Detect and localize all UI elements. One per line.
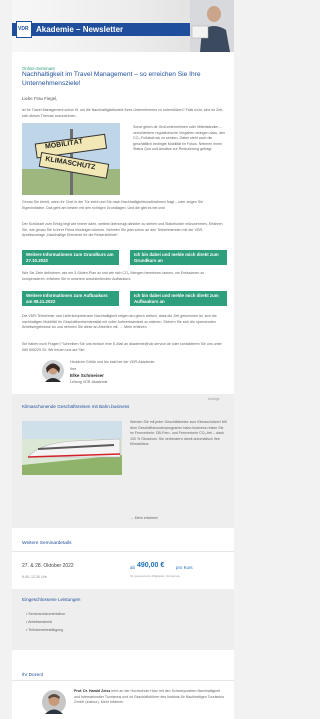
details-heading: Weitere Seminardetails: [22, 541, 72, 546]
intro-side-text: Sonst gleich dir Großunternehmen oder Mi…: [133, 125, 226, 152]
aufbaukurs-register-button[interactable]: Ich bin dabei und melde mich direkt zum …: [130, 291, 227, 306]
signature-role: Leitung VDR-Akademie: [70, 380, 108, 384]
newsletter-page: VDR Akademie – Newsletter Online-Seminar…: [0, 0, 246, 719]
service-item: • Teilnahmebestätigung: [26, 628, 64, 632]
seminar-time: 9.00–12.30 Uhr: [22, 575, 47, 579]
service-item: • Arbeitsmaterial: [26, 620, 53, 624]
service-item: • Seminardokumentation: [26, 612, 66, 616]
intro-paragraph-1: ist Ihr Travel Management schon fit, um …: [22, 108, 224, 118]
signature-ihre: Ihre: [70, 367, 77, 371]
greeting: Liebe Frau Fiegel,: [22, 96, 58, 101]
vdr-logo-text: VDR: [18, 26, 29, 32]
service-item-label: Teilnahmebestätigung: [28, 628, 64, 632]
price-suffix: pro Kurs: [176, 565, 193, 570]
speaker-heading: Ihr Dozent: [22, 672, 44, 677]
price-note: für gesponsorte Mitglieder, Nettopreis: [130, 574, 180, 578]
service-item-label: Seminardokumentation: [28, 612, 66, 616]
signature-regards: Herzliche Grüße und bis bald bei der VDR…: [70, 360, 156, 364]
grundkurs-register-button[interactable]: Ich bin dabei und melde mich direkt zum …: [130, 250, 227, 265]
vdr-logo[interactable]: VDR: [16, 21, 32, 38]
intro-paragraph-3: Der Schlüssel zum Erfolg liegt wie immer…: [22, 222, 223, 238]
aufbaukurs-info-button[interactable]: Weitere Informationen zum Aufbaukurs am …: [22, 291, 119, 306]
speaker-avatar: [42, 690, 66, 714]
paragraph-5: Die VDR-Teilnehmer und Lieferkompetenzen…: [22, 314, 217, 330]
ad-title: Klimaschonende Geschäftsreisen mit Bahn.…: [22, 404, 130, 409]
seminar-date: 27. & 28. Oktober 2022: [22, 563, 74, 569]
aufbaukurs-paragraph: Wie Sie Ziele definieren, wie ein 3-Stuf…: [22, 271, 205, 281]
divider: [12, 680, 234, 681]
divider: [12, 551, 234, 552]
header-photo-person: [190, 0, 234, 52]
services-heading: Eingeschlossene Leistungen: [22, 597, 81, 602]
price-prefix: ab: [130, 565, 135, 570]
service-item-label: Arbeitsmaterial: [28, 620, 53, 624]
grundkurs-info-button[interactable]: Weitere Informationen zum Grundkurs am 2…: [22, 250, 119, 265]
ad-label: Anzeige: [208, 397, 220, 401]
ice-train-image: [22, 421, 122, 475]
price-value: 490,00 €: [137, 562, 165, 569]
ad-more-link[interactable]: → Mehr erfahren!: [130, 516, 158, 521]
header-banner: VDR Akademie – Newsletter: [12, 0, 234, 52]
newsletter-sheet: VDR Akademie – Newsletter Online-Seminar…: [12, 0, 234, 719]
ad-text: Werden Sie mit jeder Geschäftsreise zum …: [130, 420, 227, 447]
signature-avatar: [42, 360, 64, 382]
speaker-bio: Prof. Dr. Harald Zeiss lehrt an der Hoch…: [74, 689, 226, 706]
signature-name: Elke Schmeiser: [70, 373, 104, 378]
contact-paragraph: Sie haben noch Fragen? Schreiben Sie uns…: [22, 342, 222, 352]
intro-paragraph-2: Genau Sie bereit, wenn Ihr Chef in der T…: [22, 200, 204, 210]
newsletter-title: Akademie – Newsletter: [36, 25, 124, 34]
intro-headline: Nachhaltigkeit im Travel Management – so…: [22, 71, 201, 87]
speaker-name: Prof. Dr. Harald Zeiss: [74, 689, 111, 693]
